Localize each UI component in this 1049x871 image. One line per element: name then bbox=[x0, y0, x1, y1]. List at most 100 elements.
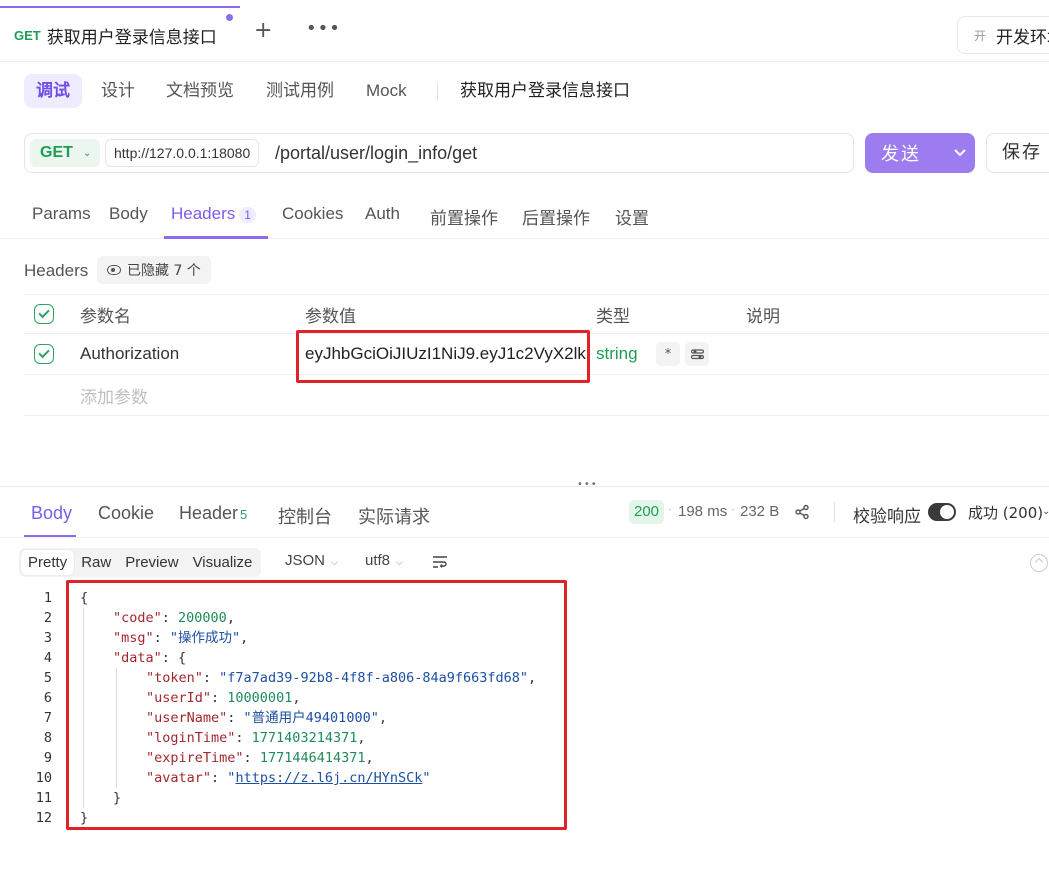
line-number: 4 bbox=[43, 650, 52, 666]
mode-tab-doc-preview[interactable]: 文档预览 bbox=[154, 74, 246, 108]
method-select[interactable]: GET ⌄ bbox=[30, 139, 100, 167]
splitter-grip-icon[interactable]: ••• bbox=[577, 479, 598, 490]
line-number: 11 bbox=[35, 790, 52, 806]
request-tab[interactable]: GET 获取用户登录信息接口 bbox=[0, 6, 240, 62]
response-size: 232 B bbox=[740, 503, 780, 520]
eye-icon bbox=[107, 265, 121, 275]
row-checkbox[interactable] bbox=[34, 344, 54, 364]
response-header-count: 5 bbox=[240, 507, 248, 522]
mode-tab-debug[interactable]: 调试 bbox=[24, 74, 82, 108]
chevron-down-icon[interactable]: ⌄ bbox=[1042, 506, 1049, 517]
response-tab-actual-request[interactable]: 实际请求 bbox=[358, 503, 430, 529]
validate-response-label: 校验响应 bbox=[853, 507, 921, 527]
tab-method-label: GET bbox=[14, 27, 41, 43]
word-wrap-icon[interactable] bbox=[432, 555, 448, 569]
environment-select[interactable]: 开 开发环境 bbox=[957, 16, 1049, 54]
hidden-headers-label: 已隐藏 7 个 bbox=[127, 263, 201, 279]
meta-separator: · bbox=[731, 503, 735, 517]
meta-separator: · bbox=[668, 503, 672, 517]
hidden-headers-toggle[interactable]: 已隐藏 7 个 bbox=[97, 256, 211, 284]
tab-title: 获取用户登录信息接口 bbox=[46, 27, 217, 48]
path-input[interactable]: /portal/user/login_info/get bbox=[275, 134, 477, 172]
more-tabs-button[interactable]: ••• bbox=[306, 18, 341, 39]
active-tab-indicator bbox=[164, 236, 268, 239]
tab-auth[interactable]: Auth bbox=[365, 204, 400, 224]
environment-label: 开发环境 bbox=[996, 27, 1049, 48]
encoding-select[interactable]: utf8 ⌵ bbox=[365, 552, 403, 569]
panel-splitter[interactable] bbox=[0, 486, 1049, 487]
share-icon[interactable] bbox=[794, 504, 810, 520]
response-tab-header-label: Header bbox=[179, 503, 239, 523]
mode-tab-design[interactable]: 设计 bbox=[89, 74, 147, 108]
format-pretty-button[interactable]: Pretty bbox=[21, 550, 75, 575]
tab-params[interactable]: Params bbox=[32, 204, 91, 224]
chevron-down-icon[interactable] bbox=[945, 146, 975, 160]
mode-tab-bar: 调试 设计 文档预览 测试用例 Mock 获取用户登录信息接口 bbox=[0, 62, 1049, 120]
line-number: 12 bbox=[35, 810, 52, 826]
method-label: GET bbox=[40, 144, 73, 161]
mode-divider bbox=[437, 82, 438, 100]
column-header-name: 参数名 bbox=[80, 306, 131, 327]
tab-headers-label: Headers bbox=[171, 204, 236, 223]
environment-badge: 开 bbox=[973, 28, 986, 43]
chevron-down-icon: ⌵ bbox=[396, 557, 403, 567]
line-number: 8 bbox=[43, 730, 52, 746]
request-tab-bar: GET 获取用户登录信息接口 + ••• 开 开发环境 bbox=[0, 0, 1049, 62]
new-tab-button[interactable]: + bbox=[254, 18, 272, 43]
response-tab-console[interactable]: 控制台 bbox=[278, 503, 332, 529]
chevron-down-icon: ⌵ bbox=[331, 557, 338, 567]
format-raw-button[interactable]: Raw bbox=[74, 550, 118, 575]
headers-section-label: Headers bbox=[24, 261, 89, 280]
language-select[interactable]: JSON ⌵ bbox=[285, 552, 338, 569]
response-time: 198 ms bbox=[678, 503, 728, 520]
tab-post-operations[interactable]: 后置操作 bbox=[522, 204, 590, 229]
line-number: 2 bbox=[43, 610, 52, 626]
base-url[interactable]: http://127.0.0.1:18080 bbox=[105, 139, 260, 167]
format-visualize-button[interactable]: Visualize bbox=[186, 550, 260, 575]
meta-divider bbox=[834, 502, 835, 522]
send-label: 发送 bbox=[881, 144, 921, 165]
column-header-type: 类型 bbox=[596, 306, 630, 327]
response-tab-body[interactable]: Body bbox=[31, 503, 72, 524]
unsaved-dot-icon bbox=[226, 14, 233, 21]
value-highlight-box bbox=[296, 330, 590, 383]
send-button[interactable]: 发送 bbox=[865, 133, 975, 173]
response-tab-header[interactable]: Header 5 bbox=[179, 503, 247, 524]
url-bar: GET ⌄ http://127.0.0.1:18080 /portal/use… bbox=[24, 133, 854, 173]
response-tab-cookie[interactable]: Cookie bbox=[98, 503, 154, 524]
line-number: 10 bbox=[35, 770, 52, 786]
line-number: 3 bbox=[43, 630, 52, 646]
line-number: 7 bbox=[43, 710, 52, 726]
required-toggle-button[interactable]: * bbox=[656, 342, 680, 366]
line-number: 9 bbox=[43, 750, 52, 766]
format-button-group: Pretty Raw Preview Visualize bbox=[19, 548, 262, 577]
endpoint-name: 获取用户登录信息接口 bbox=[460, 81, 630, 101]
settings-sliders-icon[interactable] bbox=[685, 342, 709, 366]
tab-pre-operations[interactable]: 前置操作 bbox=[430, 204, 498, 229]
column-header-value: 参数值 bbox=[305, 306, 356, 327]
column-header-description: 说明 bbox=[746, 306, 780, 327]
request-sub-tabs: Params Body Headers 1 Cookies Auth 前置操作 后… bbox=[0, 190, 1049, 239]
line-number: 5 bbox=[43, 670, 52, 686]
tab-headers[interactable]: Headers 1 bbox=[171, 204, 256, 224]
mode-tab-mock[interactable]: Mock bbox=[354, 74, 419, 108]
response-tabs-divider bbox=[0, 537, 1049, 538]
param-name[interactable]: Authorization bbox=[80, 334, 179, 374]
format-preview-button[interactable]: Preview bbox=[118, 550, 185, 575]
tab-body[interactable]: Body bbox=[109, 204, 148, 224]
save-button[interactable]: 保存 bbox=[986, 133, 1049, 173]
line-number: 1 bbox=[43, 590, 52, 606]
validate-response-toggle[interactable] bbox=[928, 503, 956, 521]
headers-count-badge: 1 bbox=[239, 207, 256, 223]
tab-settings[interactable]: 设置 bbox=[615, 204, 649, 229]
tab-cookies[interactable]: Cookies bbox=[282, 204, 343, 224]
scroll-to-top-icon[interactable] bbox=[1030, 554, 1048, 572]
add-param-placeholder[interactable]: 添加参数 bbox=[80, 375, 148, 415]
body-highlight-box bbox=[66, 580, 567, 830]
chevron-down-icon: ⌄ bbox=[82, 147, 92, 159]
mode-tab-test-cases[interactable]: 测试用例 bbox=[254, 74, 346, 108]
line-number: 6 bbox=[43, 690, 52, 706]
response-result-select[interactable]: 成功 (200) bbox=[968, 502, 1043, 523]
select-all-checkbox[interactable] bbox=[34, 304, 54, 324]
param-type[interactable]: string bbox=[596, 334, 638, 374]
